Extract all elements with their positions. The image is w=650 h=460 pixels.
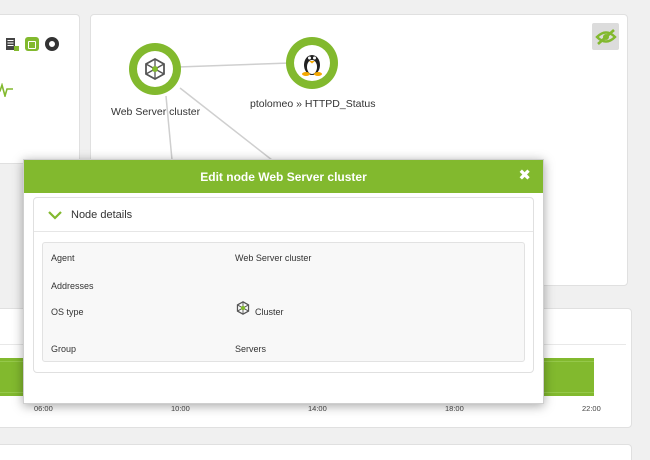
detail-value: Web Server cluster — [235, 253, 312, 263]
node-details-toggle[interactable]: Node details — [34, 198, 533, 232]
cluster-icon — [236, 301, 250, 315]
edit-node-dialog: Edit node Web Server cluster ✖ Node deta… — [23, 159, 544, 404]
detail-value: Servers — [235, 344, 267, 354]
x-tick-label: 14:00 — [308, 404, 327, 413]
detail-value-os: Cluster — [235, 301, 284, 317]
map-node-label: ptolomeo » HTTPD_Status — [250, 98, 376, 110]
hide-icon — [594, 28, 617, 45]
detail-key: Group — [51, 344, 77, 354]
dialog-header: Edit node Web Server cluster ✖ — [24, 160, 543, 193]
detail-key: OS type — [51, 307, 84, 317]
close-icon[interactable]: ✖ — [518, 168, 531, 183]
section-title: Node details — [71, 208, 133, 221]
map-node-web-server-cluster[interactable] — [129, 43, 181, 95]
x-tick-label: 18:00 — [445, 404, 464, 413]
detail-key: Addresses — [51, 281, 94, 291]
x-tick-label: 06:00 — [34, 404, 53, 413]
node-details-section: Node details Agent Web Server cluster Ad… — [33, 197, 534, 373]
cluster-icon — [145, 57, 165, 81]
linux-icon — [302, 55, 322, 76]
chevron-down-icon — [48, 210, 62, 220]
map-node-label: Web Server cluster — [111, 106, 201, 118]
bottom-panel — [0, 444, 632, 460]
map-node-ptolomeo[interactable] — [286, 37, 338, 89]
x-tick-label: 22:00 — [582, 404, 601, 413]
details-table: Agent Web Server cluster Addresses OS ty… — [42, 242, 525, 362]
hide-button[interactable] — [592, 23, 619, 50]
x-tick-label: 10:00 — [171, 404, 190, 413]
detail-key: Agent — [51, 253, 75, 263]
dialog-title: Edit node Web Server cluster — [200, 169, 367, 184]
os-type-text: Cluster — [255, 307, 284, 317]
